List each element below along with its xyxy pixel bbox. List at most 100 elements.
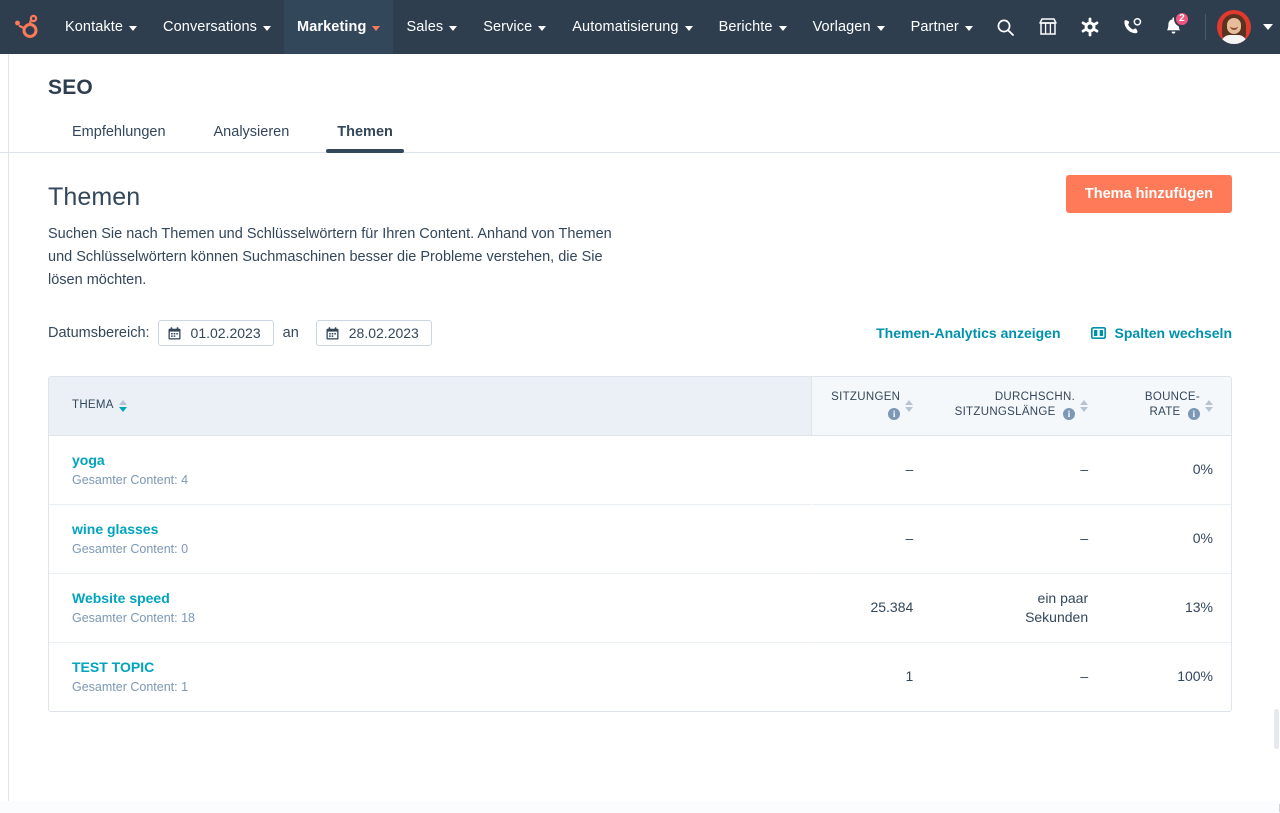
sort-ascending-icon <box>905 400 913 405</box>
nav-label: Sales <box>406 19 443 35</box>
table-row[interactable]: Website speed Gesamter Content: 18 25.38… <box>49 573 1231 642</box>
nav-label: Partner <box>911 19 959 35</box>
info-icon[interactable]: i <box>888 408 900 420</box>
chevron-down-icon <box>372 26 380 31</box>
topic-link[interactable]: TEST TOPIC <box>72 658 811 677</box>
chevron-down-icon <box>538 26 546 31</box>
date-range-connector: an <box>283 325 299 341</box>
topic-link[interactable]: wine glasses <box>72 520 811 539</box>
nav-item-partner[interactable]: Partner <box>898 0 986 54</box>
topic-link[interactable]: Website speed <box>72 589 811 608</box>
table-actions: Themen-Analytics anzeigen Spalten wechse… <box>876 325 1232 341</box>
table-header-row: THEMA SITZUNGEN i <box>49 377 1231 435</box>
column-header-sitzungslaenge-line1: DURCHSCHN. <box>995 391 1075 403</box>
calendar-icon <box>168 327 181 340</box>
duration-line2: Sekunden <box>1025 609 1088 625</box>
column-header-sitzungslaenge[interactable]: DURCHSCHN. SITZUNGSLÄNGE i <box>931 377 1106 435</box>
chevron-down-icon <box>779 26 787 31</box>
tab-label: Themen <box>337 124 393 140</box>
account-menu-chevron-down-icon[interactable] <box>1263 24 1273 30</box>
avatar-shoulders <box>1221 35 1247 44</box>
date-from-input[interactable]: 01.02.2023 <box>158 320 274 346</box>
nav-label: Conversations <box>163 19 257 35</box>
search-button[interactable] <box>986 0 1026 54</box>
topic-content-count: Gesamter Content: 1 <box>72 679 811 695</box>
tab-themen[interactable]: Themen <box>313 118 417 152</box>
vertical-scrollbar[interactable] <box>1273 54 1280 801</box>
info-icon[interactable]: i <box>1188 408 1200 420</box>
nav-item-kontakte[interactable]: Kontakte <box>52 0 150 54</box>
sort-ascending-icon <box>1080 400 1088 405</box>
nav-divider <box>1205 14 1206 40</box>
notifications-button[interactable]: 2 <box>1154 0 1194 54</box>
tab-analysieren[interactable]: Analysieren <box>190 118 314 152</box>
search-icon <box>996 18 1015 37</box>
nav-utility-icons: 2 <box>986 0 1280 54</box>
nav-item-conversations[interactable]: Conversations <box>150 0 284 54</box>
column-header-thema[interactable]: THEMA <box>49 377 811 435</box>
view-topic-analytics-link[interactable]: Themen-Analytics anzeigen <box>876 325 1060 341</box>
page-body: Thema hinzufügen Themen Suchen Sie nach … <box>0 153 1280 712</box>
user-avatar[interactable] <box>1217 10 1251 44</box>
nav-item-automatisierung[interactable]: Automatisierung <box>559 0 705 54</box>
marketplace-button[interactable] <box>1028 0 1068 54</box>
topic-link[interactable]: yoga <box>72 451 811 470</box>
table-cell-thema: TEST TOPIC Gesamter Content: 1 <box>49 642 811 711</box>
toggle-columns-link[interactable]: Spalten wechseln <box>1091 325 1232 341</box>
nav-label: Service <box>483 19 532 35</box>
chevron-down-icon <box>129 26 137 31</box>
table-cell-bounce-rate: 13% <box>1106 573 1231 642</box>
view-topic-analytics-label: Themen-Analytics anzeigen <box>876 325 1060 341</box>
table-cell-sitzungen: 1 <box>811 642 931 711</box>
nav-item-marketing[interactable]: Marketing <box>284 0 393 54</box>
table-cell-thema: yoga Gesamter Content: 4 <box>49 435 811 504</box>
tab-empfehlungen[interactable]: Empfehlungen <box>48 118 190 152</box>
notification-badge: 2 <box>1174 11 1190 27</box>
add-topic-button[interactable]: Thema hinzufügen <box>1066 175 1232 213</box>
chevron-down-icon <box>449 26 457 31</box>
column-header-sitzungslaenge-line2: SITZUNGSLÄNGE <box>955 406 1056 418</box>
sort-toggle-thema[interactable] <box>119 400 127 412</box>
sort-toggle-sitzungslaenge[interactable] <box>1080 400 1088 412</box>
hubspot-logo-link[interactable] <box>0 0 52 54</box>
nav-item-berichte[interactable]: Berichte <box>706 0 800 54</box>
horizontal-scrollbar[interactable] <box>0 801 1280 813</box>
nav-item-vorlagen[interactable]: Vorlagen <box>800 0 898 54</box>
table-cell-sitzungen: 25.384 <box>811 573 931 642</box>
table-row[interactable]: yoga Gesamter Content: 4 – – 0% <box>49 435 1231 504</box>
chevron-down-icon <box>263 26 271 31</box>
nav-label: Vorlagen <box>813 19 871 35</box>
page-title: SEO <box>0 76 1280 100</box>
column-header-sitzungen[interactable]: SITZUNGEN i <box>811 377 931 435</box>
calling-button[interactable] <box>1112 0 1152 54</box>
nav-item-service[interactable]: Service <box>470 0 559 54</box>
sort-toggle-sitzungen[interactable] <box>905 400 913 412</box>
settings-button[interactable] <box>1070 0 1110 54</box>
date-to-input[interactable]: 28.02.2023 <box>316 320 432 346</box>
sort-toggle-bounce-rate[interactable] <box>1205 400 1213 412</box>
topics-table-head: THEMA SITZUNGEN i <box>49 377 1231 435</box>
nav-label: Kontakte <box>65 19 123 35</box>
topic-content-count: Gesamter Content: 0 <box>72 541 811 557</box>
main-menu: Kontakte Conversations Marketing Sales S… <box>52 0 986 54</box>
filters-row: Datumsbereich: 01.02.2023 an <box>48 320 1232 346</box>
sort-ascending-icon <box>119 400 127 405</box>
columns-icon <box>1091 326 1106 340</box>
info-icon[interactable]: i <box>1063 408 1075 420</box>
column-header-bounce-rate[interactable]: BOUNCE- RATE i <box>1106 377 1231 435</box>
vertical-scrollbar-thumb[interactable] <box>1274 709 1279 749</box>
table-row[interactable]: wine glasses Gesamter Content: 0 – – 0% <box>49 504 1231 573</box>
nav-item-sales[interactable]: Sales <box>393 0 470 54</box>
table-cell-sitzungslaenge: – <box>931 642 1106 711</box>
sort-descending-icon <box>1205 407 1213 412</box>
table-cell-thema: wine glasses Gesamter Content: 0 <box>49 504 811 573</box>
sort-descending-icon <box>1080 407 1088 412</box>
top-navigation-bar: Kontakte Conversations Marketing Sales S… <box>0 0 1280 54</box>
topics-table-body: yoga Gesamter Content: 4 – – 0% wine gla… <box>49 435 1231 711</box>
topics-table: THEMA SITZUNGEN i <box>49 377 1231 711</box>
topic-content-count: Gesamter Content: 4 <box>72 472 811 488</box>
table-cell-bounce-rate: 0% <box>1106 504 1231 573</box>
gear-icon <box>1080 17 1100 37</box>
nav-label: Berichte <box>719 19 773 35</box>
table-row[interactable]: TEST TOPIC Gesamter Content: 1 1 – 100% <box>49 642 1231 711</box>
